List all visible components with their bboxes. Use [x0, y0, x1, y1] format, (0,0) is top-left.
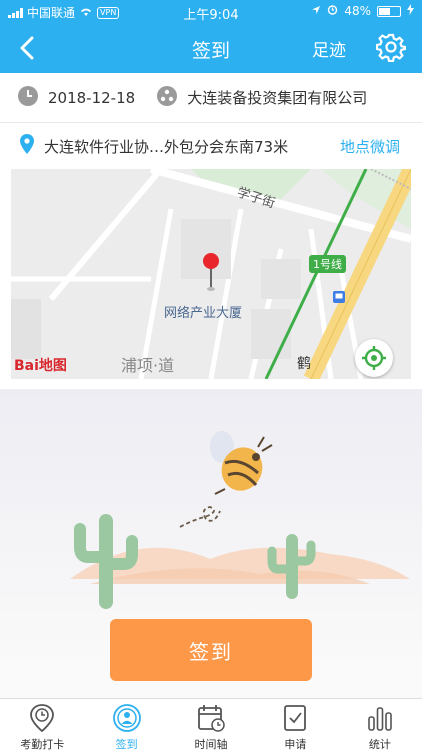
tab-statistics[interactable]: 统计 — [338, 699, 422, 750]
person-pin-icon — [112, 703, 142, 733]
map-label-road: 鹤 — [297, 353, 311, 373]
info-row: 2018-12-18 大连装备投资集团有限公司 — [0, 73, 422, 123]
location-row: 大连软件行业协…外包分会东南73米 地点微调 — [0, 124, 422, 168]
gear-icon — [376, 32, 406, 62]
nav-bar: 签到 足迹 — [0, 24, 422, 73]
company-icon — [157, 86, 177, 110]
status-bar: 中国联通 VPN 上午9:04 48% — [0, 0, 422, 24]
map-label-metro: 1号线 — [309, 255, 346, 273]
location-arrow-icon — [311, 4, 321, 18]
bar-chart-icon — [365, 703, 395, 733]
charging-icon — [407, 4, 414, 18]
tab-timeline[interactable]: 时间轴 — [169, 699, 253, 750]
settings-button[interactable] — [376, 32, 406, 62]
locate-me-button[interactable] — [355, 339, 393, 377]
tab-label: 签到 — [84, 736, 168, 750]
tab-label: 考勤打卡 — [0, 736, 84, 750]
clock-pin-icon — [27, 703, 57, 733]
date-text: 2018-12-18 — [48, 89, 135, 107]
tab-label: 时间轴 — [169, 736, 253, 750]
battery-percent: 48% — [344, 4, 371, 18]
tab-attendance[interactable]: 考勤打卡 — [0, 699, 84, 750]
clock-icon — [18, 86, 38, 110]
alarm-icon — [327, 4, 338, 18]
checklist-icon — [280, 703, 310, 733]
location-address: 大连软件行业协…外包分会东南73米 — [44, 136, 288, 157]
tab-sign-in[interactable]: 签到 — [84, 699, 168, 750]
page-title: 签到 — [0, 36, 422, 63]
battery-icon — [377, 6, 401, 17]
location-pin-icon — [20, 134, 34, 158]
bus-stop-icon — [332, 289, 346, 308]
tab-bar: 考勤打卡 签到 时间轴 申请 统计 — [0, 698, 422, 750]
baidu-map-logo: Bai地图 — [14, 355, 67, 375]
tab-label: 统计 — [338, 736, 422, 750]
map-label-district: 浦项·道 — [121, 352, 174, 376]
crosshair-icon — [355, 339, 393, 377]
calendar-clock-icon — [196, 703, 226, 733]
sign-in-button[interactable]: 签到 — [110, 619, 312, 681]
header-bar: 中国联通 VPN 上午9:04 48% 签到 足迹 — [0, 0, 422, 73]
map-marker-icon — [202, 252, 220, 296]
tab-label: 申请 — [253, 736, 337, 750]
map-label-building: 网络产业大厦 — [164, 302, 242, 321]
footprint-link[interactable]: 足迹 — [312, 36, 346, 61]
tab-apply[interactable]: 申请 — [253, 699, 337, 750]
map-view[interactable]: 学子街 1号线 网络产业大厦 浦项·道 鹤 Bai地图 — [11, 169, 411, 379]
company-text: 大连装备投资集团有限公司 — [187, 87, 367, 108]
location-adjust-link[interactable]: 地点微调 — [340, 136, 400, 157]
